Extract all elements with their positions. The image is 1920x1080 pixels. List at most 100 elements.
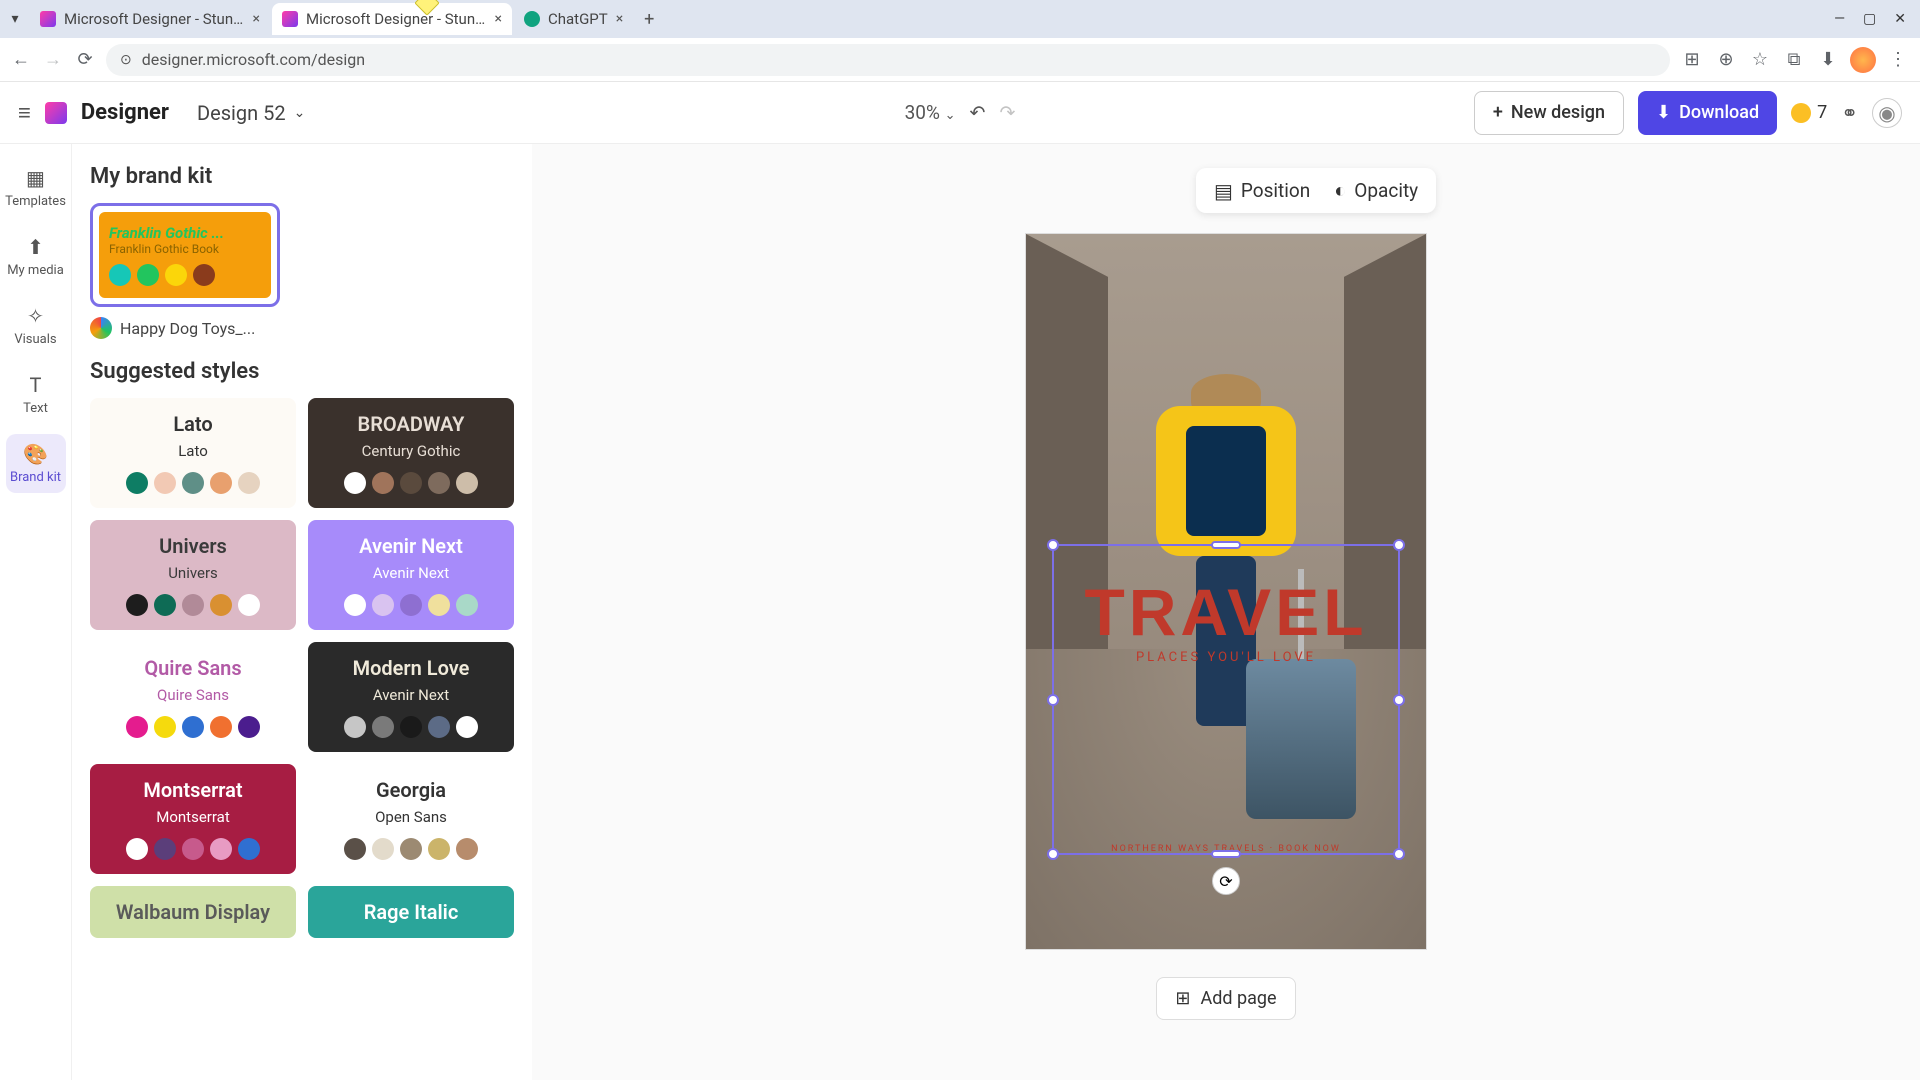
swatch [154, 716, 176, 738]
style-card[interactable]: BROADWAYCentury Gothic [308, 398, 514, 508]
swatch [154, 472, 176, 494]
chevron-down-icon: ⌄ [945, 108, 956, 123]
opacity-button[interactable]: ◐Opacity [1334, 178, 1418, 203]
plus-square-icon: ⊞ [1175, 988, 1190, 1009]
style-card[interactable]: Rage Italic [308, 886, 514, 938]
close-icon[interactable]: × [616, 11, 623, 27]
browser-tab-strip: ▾ Microsoft Designer - Stunning × Micros… [0, 0, 1920, 38]
style-font-secondary: Open Sans [375, 808, 447, 826]
favicon-icon [282, 11, 298, 27]
redo-icon[interactable]: ↷ [999, 101, 1015, 124]
style-grid: LatoLatoBROADWAYCentury GothicUniversUni… [90, 398, 514, 938]
position-button[interactable]: ▤Position [1214, 179, 1310, 203]
menu-icon[interactable]: ⋮ [1886, 48, 1910, 72]
new-design-button[interactable]: + New design [1474, 91, 1624, 135]
style-card[interactable]: UniversUnivers [90, 520, 296, 630]
swatch [182, 838, 204, 860]
credits-badge[interactable]: 7 [1791, 102, 1827, 123]
rail-templates[interactable]: ▦Templates [6, 158, 66, 217]
style-card[interactable]: MontserratMontserrat [90, 764, 296, 874]
new-tab-button[interactable]: + [635, 9, 663, 30]
brand-kit-name[interactable]: Happy Dog Toys_... [90, 317, 514, 339]
account-icon[interactable]: ◉ [1872, 98, 1902, 128]
resize-handle[interactable] [1047, 539, 1059, 551]
logo-text[interactable]: Designer [81, 100, 169, 125]
forward-icon[interactable]: → [42, 49, 64, 71]
swatch [154, 594, 176, 616]
swatch [456, 716, 478, 738]
share-icon[interactable]: ⚭ [1841, 101, 1858, 125]
swatch [238, 472, 260, 494]
artboard[interactable]: TRAVEL PLACES YOU'LL LOVE NORTHERN WAYS … [1026, 234, 1426, 949]
swatch [428, 838, 450, 860]
brand-kit-card[interactable]: Franklin Gothic ... Franklin Gothic Book [90, 203, 280, 307]
close-window-icon[interactable]: ✕ [1894, 11, 1906, 27]
reload-icon[interactable]: ⟳ [74, 49, 96, 71]
tab-3[interactable]: ChatGPT × [514, 3, 633, 35]
close-icon[interactable]: × [253, 11, 260, 27]
rotate-handle[interactable]: ⟳ [1212, 867, 1240, 895]
swatch [137, 264, 159, 286]
download-icon: ⬇ [1656, 102, 1671, 123]
swatch [400, 838, 422, 860]
style-card[interactable]: Modern LoveAvenir Next [308, 642, 514, 752]
style-font-primary: Modern Love [353, 656, 470, 680]
swatch [456, 472, 478, 494]
downloads-icon[interactable]: ⬇ [1816, 48, 1840, 72]
style-card[interactable]: Quire SansQuire Sans [90, 642, 296, 752]
site-info-icon[interactable]: ⊙ [120, 52, 132, 68]
main-content: ▦Templates ⬆My media ✧Visuals TText 🎨Bra… [0, 144, 1920, 1080]
style-swatches [344, 716, 478, 738]
resize-handle[interactable] [1047, 694, 1059, 706]
style-font-primary: Montserrat [143, 778, 242, 802]
resize-handle[interactable] [1393, 694, 1405, 706]
tab-2-active[interactable]: Microsoft Designer - Stunning × [272, 3, 512, 35]
swatch [126, 472, 148, 494]
close-icon[interactable]: × [495, 11, 502, 27]
swatch [210, 716, 232, 738]
swatch [210, 838, 232, 860]
style-swatches [344, 838, 478, 860]
swatch [372, 716, 394, 738]
add-page-button[interactable]: ⊞ Add page [1156, 977, 1295, 1020]
style-card[interactable]: GeorgiaOpen Sans [308, 764, 514, 874]
style-font-primary: Rage Italic [364, 900, 459, 924]
swatch [182, 594, 204, 616]
style-swatches [126, 838, 260, 860]
url-field[interactable]: ⊙ designer.microsoft.com/design [106, 44, 1670, 76]
extensions-icon[interactable]: ⧉ [1782, 48, 1806, 72]
design-name: Design 52 [197, 101, 286, 125]
profile-avatar[interactable] [1850, 47, 1876, 73]
brand-font-primary: Franklin Gothic ... [109, 224, 261, 242]
style-font-secondary: Univers [168, 564, 218, 582]
install-app-icon[interactable]: ⊞ [1680, 48, 1704, 72]
rail-visuals[interactable]: ✧Visuals [6, 296, 66, 355]
style-card[interactable]: Walbaum Display [90, 886, 296, 938]
resize-handle[interactable] [1047, 848, 1059, 860]
swatch [238, 594, 260, 616]
zoom-icon[interactable]: ⊕ [1714, 48, 1738, 72]
rail-my-media[interactable]: ⬆My media [6, 227, 66, 286]
bookmark-icon[interactable]: ☆ [1748, 48, 1772, 72]
minimize-icon[interactable]: — [1834, 11, 1845, 27]
selection-toolbar: ▤Position ◐Opacity [1196, 168, 1436, 213]
swatch [428, 472, 450, 494]
swatch [154, 838, 176, 860]
rail-text[interactable]: TText [6, 365, 66, 424]
tab-1[interactable]: Microsoft Designer - Stunning × [30, 3, 270, 35]
maximize-icon[interactable]: ▢ [1863, 11, 1876, 27]
undo-icon[interactable]: ↶ [970, 101, 986, 124]
rail-brand-kit[interactable]: 🎨Brand kit [6, 434, 66, 493]
zoom-dropdown[interactable]: 30% ⌄ [905, 101, 956, 124]
design-name-dropdown[interactable]: Design 52 ⌄ [183, 93, 319, 133]
hamburger-icon[interactable]: ≡ [18, 100, 31, 126]
back-icon[interactable]: ← [10, 49, 32, 71]
resize-handle[interactable] [1393, 539, 1405, 551]
style-card[interactable]: Avenir NextAvenir Next [308, 520, 514, 630]
style-card[interactable]: LatoLato [90, 398, 296, 508]
resize-handle[interactable] [1211, 541, 1241, 549]
resize-handle[interactable] [1393, 848, 1405, 860]
resize-handle[interactable] [1211, 850, 1241, 858]
tab-search-icon[interactable]: ▾ [6, 10, 24, 28]
download-button[interactable]: ⬇ Download [1638, 91, 1777, 135]
